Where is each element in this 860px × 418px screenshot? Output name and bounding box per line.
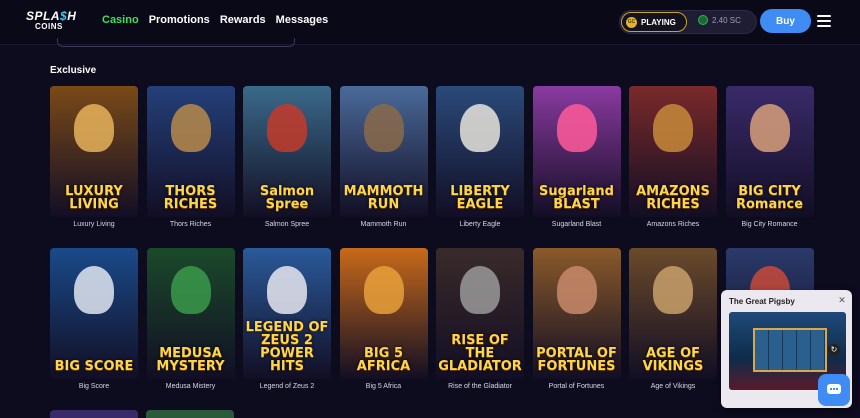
nav-rewards[interactable]: Rewards [220,14,266,26]
game-character [74,266,114,314]
game-logo-text: RISE OF THE GLADIATOR [438,333,522,374]
game-tile[interactable]: Sugarland BLAST [532,86,621,217]
game-character [170,104,211,152]
game-tile[interactable]: AMAZONS RICHES [629,86,717,217]
game-logo-text: AMAZONS RICHES [636,184,710,212]
game-tile[interactable]: Salmon Spree [243,86,331,217]
game-character [653,266,693,314]
sweeps-coin-icon [698,15,708,25]
game-tile[interactable]: AGE OF VIKINGS [629,248,717,379]
game-tile[interactable]: LIBERTY EAGLE [436,86,524,217]
game-character [74,104,114,152]
game-tile[interactable]: BIG 5 AFRICA [339,248,428,379]
game-logo-text: Sugarland BLAST [539,184,614,212]
buy-button[interactable]: Buy [760,9,811,33]
game-tile-partial[interactable] [146,410,234,418]
nav-messages[interactable]: Messages [276,14,329,26]
game-character [460,104,500,152]
game-title: Big 5 Africa [365,383,402,390]
game-character [267,266,307,314]
game-title: Sugarland Blast [551,221,602,228]
game-logo-text: BIG 5 AFRICA [356,346,411,374]
game-tile[interactable]: THORS RICHES [146,86,235,217]
game-logo-text: BIG CITY Romance [735,184,804,212]
game-title: Salmon Spree [264,221,310,228]
game-logo-text: THORS RICHES [163,184,218,212]
replay-icon[interactable]: ↻ [828,344,840,356]
nav-casino[interactable]: Casino [102,14,139,26]
game-tile[interactable]: BIG SCORE [50,248,138,379]
game-logo-text: LIBERTY EAGLE [450,184,510,212]
game-tile[interactable]: PORTAL OF FORTUNES [532,248,621,379]
game-character [363,104,404,152]
game-logo-text: MAMMOTH RUN [343,184,424,212]
logo-wordmark: SPLA$H [26,9,77,23]
chat-support-button[interactable] [818,374,850,406]
game-tile[interactable]: MAMMOTH RUN [339,86,428,217]
close-icon[interactable]: ✕ [837,295,847,305]
game-tile[interactable]: LUXURY LIVING [50,86,138,217]
hamburger-menu-icon[interactable] [817,15,831,27]
slot-reels-graphic [753,328,827,372]
game-title: Portal of Fortunes [548,383,605,390]
game-character [460,266,500,314]
game-logo-text: PORTAL OF FORTUNES [536,346,617,374]
currency-toggle[interactable]: GC PLAYING 2.40 SC [619,10,757,34]
game-character [267,104,307,152]
game-title: Mammoth Run [360,221,407,228]
game-logo-text: AGE OF VIKINGS [642,346,704,374]
game-tile[interactable]: LEGEND OF ZEUS 2 POWER HITS [243,248,331,379]
game-character [749,104,790,152]
game-logo-text: MEDUSA MYSTERY [156,346,225,374]
game-tile[interactable]: MEDUSA MYSTERY [146,248,235,379]
splash-coins-logo[interactable]: SPLA$H COINS [26,9,76,35]
search-bar[interactable] [57,38,295,47]
gold-coin-icon: GC [626,16,637,28]
game-title: Amazons Riches [646,221,700,228]
main-nav: Casino Promotions Rewards Messages [102,14,328,26]
game-character [653,104,693,152]
game-logo-text: Salmon Spree [259,184,315,212]
sc-balance-value: 2.40 SC [712,15,741,25]
game-title: Liberty Eagle [459,221,501,228]
game-tile-partial[interactable] [50,410,138,418]
game-character [556,104,597,152]
playing-label: PLAYING [641,17,676,27]
sweeps-coin-balance[interactable]: 2.40 SC [698,15,741,25]
game-title: Legend of Zeus 2 [259,383,315,390]
game-character [363,266,404,314]
game-title: Luxury Living [73,221,115,228]
game-title: Medusa Mistery [165,383,216,390]
popup-title: The Great Pigsby [729,297,795,306]
game-title: Age of Vikings [650,383,696,390]
logo-subtitle: COINS [35,22,63,31]
game-tile[interactable]: RISE OF THE GLADIATOR [436,248,524,379]
game-tile[interactable]: BIG CITY Romance [725,86,814,217]
nav-promotions[interactable]: Promotions [149,14,210,26]
game-title: Rise of the Gladiator [448,383,512,390]
game-logo-text: LUXURY LIVING [65,184,123,212]
game-title: Big Score [78,383,110,390]
game-title: Thors Riches [169,221,212,228]
game-title: Big City Romance [741,221,798,228]
game-character [170,266,211,314]
gold-coin-playing-toggle[interactable]: GC PLAYING [621,12,687,32]
game-logo-text: BIG SCORE [54,359,134,374]
section-title-exclusive: Exclusive [50,65,97,76]
game-logo-text: LEGEND OF ZEUS 2 POWER HITS [245,320,329,374]
game-character [556,266,597,314]
